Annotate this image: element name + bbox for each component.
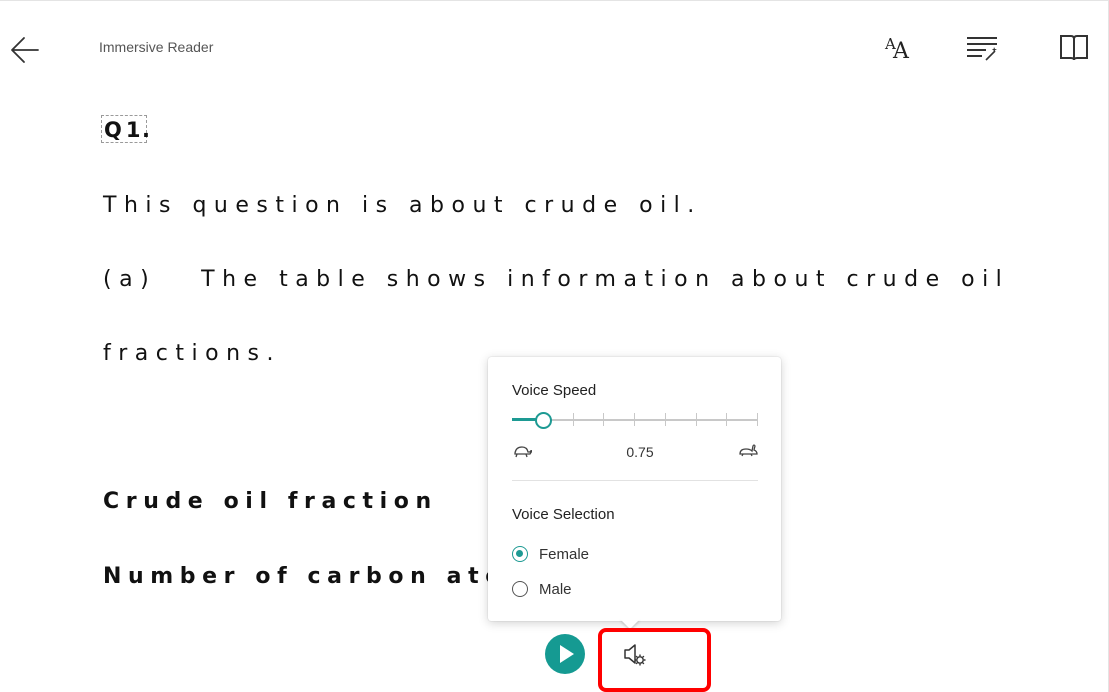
font-size-aa-icon: AA	[885, 35, 909, 64]
speed-value: 0.75	[626, 444, 654, 460]
grammar-wand-icon	[967, 37, 997, 61]
slider-tick	[634, 413, 635, 426]
voice-settings-button[interactable]	[619, 638, 655, 672]
arrow-left-icon	[11, 37, 39, 63]
question-label-dot: .	[142, 118, 150, 142]
play-button[interactable]	[545, 634, 585, 674]
male-label: Male	[539, 580, 572, 598]
speaker-gear-icon	[624, 644, 646, 666]
slider-tick	[665, 413, 666, 426]
play-icon	[560, 645, 574, 663]
voice-selection-title: Voice Selection	[512, 506, 615, 523]
rabbit-icon	[739, 444, 758, 457]
popup-pointer	[620, 619, 640, 629]
app-title: Immersive Reader	[99, 39, 214, 55]
part-label: (a)	[103, 267, 157, 292]
reading-preferences-button[interactable]	[1054, 30, 1094, 66]
slider-tick	[757, 413, 758, 426]
voice-speed-slider[interactable]	[512, 409, 758, 431]
open-book-icon	[1060, 35, 1088, 61]
female-radio[interactable]	[512, 546, 528, 562]
female-label: Female	[539, 545, 590, 563]
slider-tick	[726, 413, 727, 426]
text-line-2: (a) The table shows information about cru…	[103, 267, 1009, 292]
text-line-1: This question is about crude oil.	[103, 193, 702, 218]
slider-tick	[696, 413, 697, 426]
text-line-3: fractions.	[103, 341, 281, 366]
slider-tick	[573, 413, 574, 426]
question-label: Q1	[101, 115, 148, 143]
back-button[interactable]	[8, 34, 42, 66]
grammar-options-button[interactable]	[962, 30, 1002, 66]
table-heading-2: Number of carbon atom	[103, 564, 537, 589]
popup-divider	[512, 480, 758, 481]
voice-settings-popup: Voice Speed 0.75 Voice Selection Female …	[488, 357, 781, 621]
male-radio[interactable]	[512, 581, 528, 597]
voice-speed-title: Voice Speed	[512, 382, 597, 399]
table-heading-1: Crude oil fraction	[103, 489, 438, 514]
top-border	[0, 0, 1109, 1]
voice-option-female[interactable]: Female	[512, 543, 589, 565]
slider-tick	[603, 413, 604, 426]
voice-option-male[interactable]: Male	[512, 578, 572, 600]
text-preferences-button[interactable]: AA	[874, 30, 914, 66]
speed-scale-row: 0.75	[512, 440, 758, 462]
slider-thumb[interactable]	[534, 412, 552, 429]
part-text: The table shows information about crude …	[201, 267, 1010, 292]
